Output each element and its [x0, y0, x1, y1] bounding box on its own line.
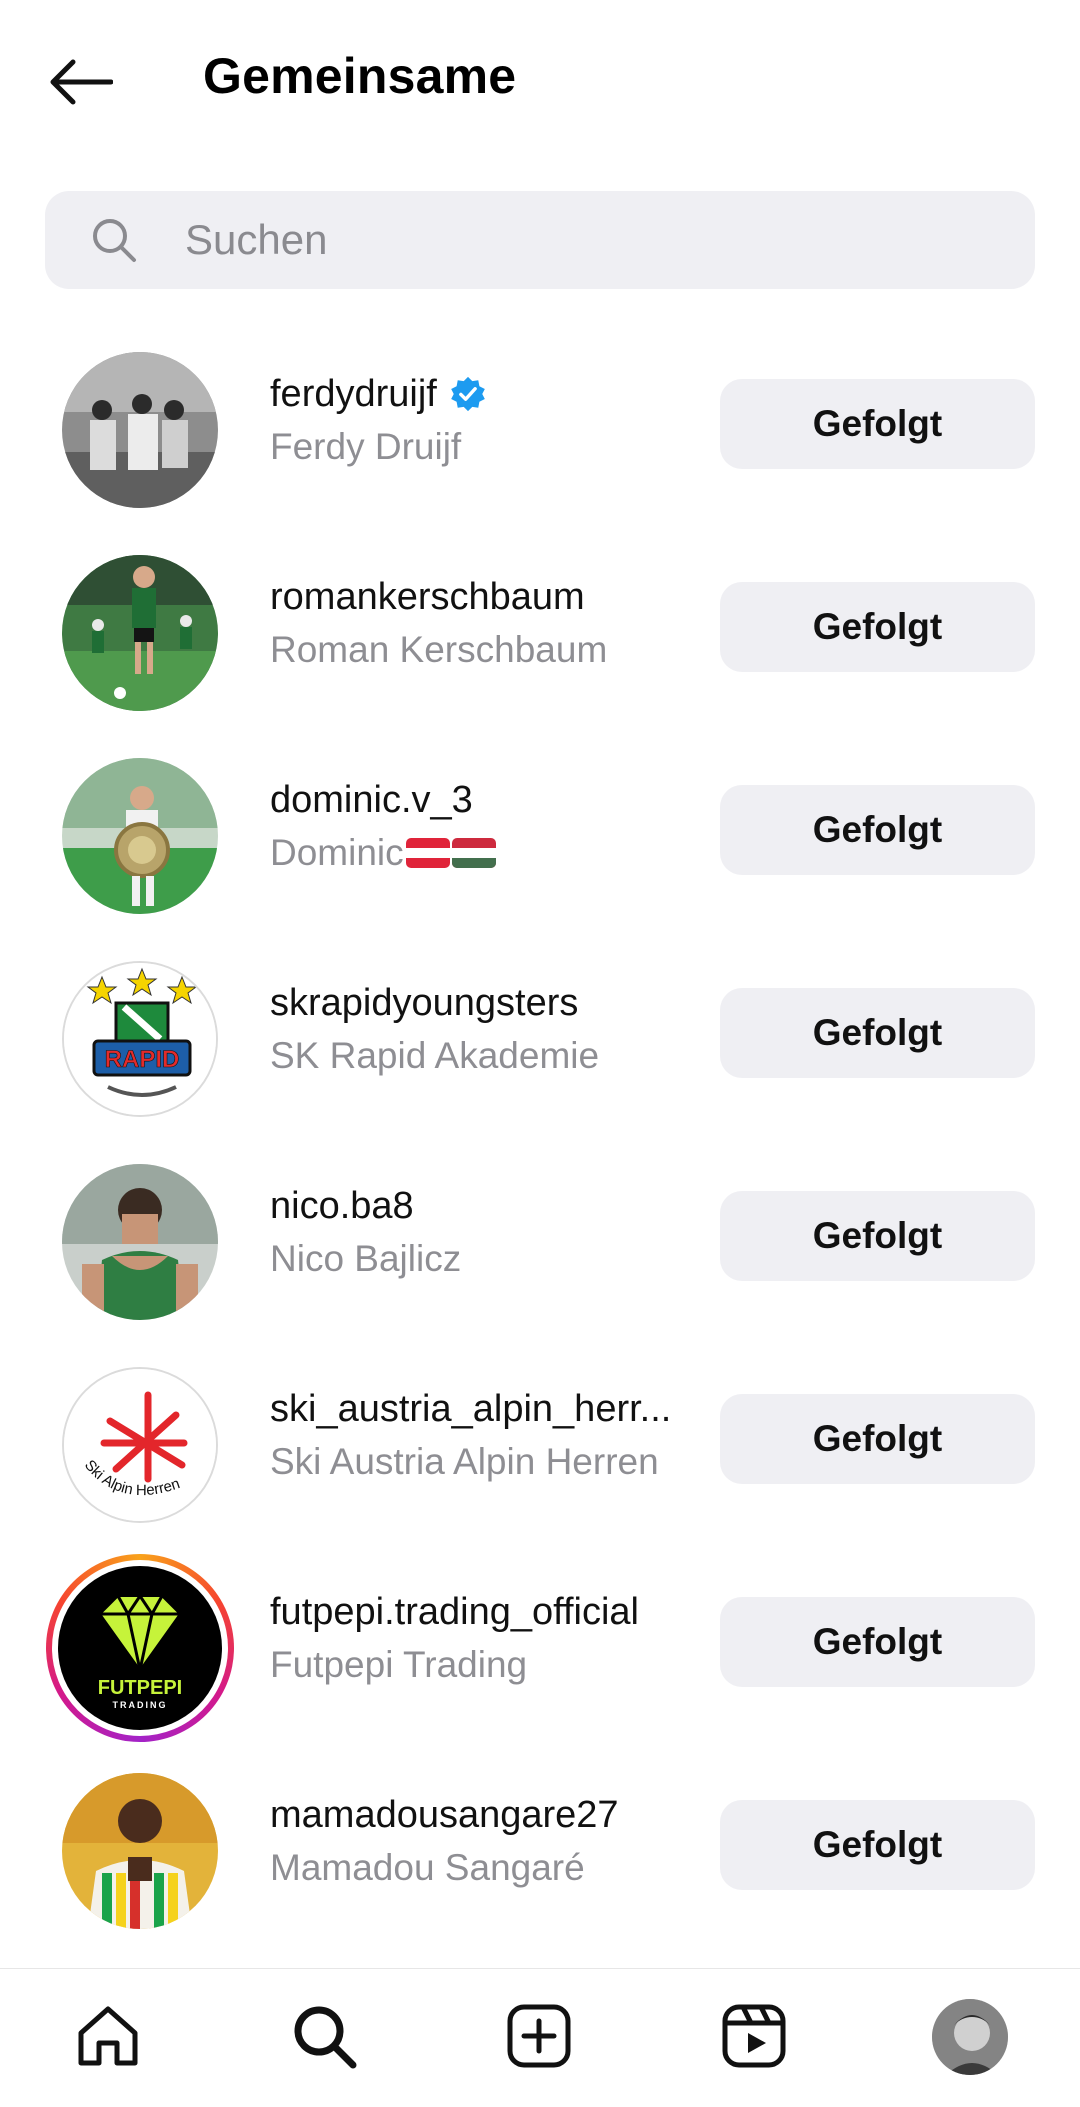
user-names: nico.ba8 Nico Bajlicz: [270, 1182, 680, 1284]
following-button[interactable]: Gefolgt: [720, 988, 1035, 1078]
search-bar[interactable]: [45, 191, 1035, 289]
list-item[interactable]: FUTPEPI TRADING futpepi.trading_official…: [0, 1554, 1080, 1742]
verified-badge-icon: [451, 376, 485, 412]
full-name: Mamadou Sangaré: [270, 1847, 585, 1888]
tab-profile[interactable]: [932, 1999, 1008, 2075]
list-item[interactable]: RAPID skrapidyoungsters SK Rapid Akademi…: [0, 949, 1080, 1129]
list-item[interactable]: dominic.v_3 Dominic Gefolgt: [0, 746, 1080, 926]
username: skrapidyoungsters: [270, 979, 680, 1027]
username-text: dominic.v_3: [270, 779, 473, 821]
futpepi-logo-text: FUTPEPI: [98, 1677, 182, 1699]
avatar[interactable]: [62, 1164, 218, 1320]
avatar[interactable]: [62, 758, 218, 914]
list-item[interactable]: nico.ba8 Nico Bajlicz Gefolgt: [0, 1152, 1080, 1332]
following-button[interactable]: Gefolgt: [720, 1597, 1035, 1687]
futpepi-logo-subtext: TRADING: [113, 1700, 168, 1710]
user-names: romankerschbaum Roman Kerschbaum: [270, 573, 680, 675]
following-button[interactable]: Gefolgt: [720, 1800, 1035, 1890]
avatar[interactable]: RAPID: [62, 961, 218, 1117]
following-button[interactable]: Gefolgt: [720, 1191, 1035, 1281]
following-button[interactable]: Gefolgt: [720, 582, 1035, 672]
tab-home[interactable]: [73, 2001, 143, 2071]
list-item[interactable]: Ski Alpin Herren ski_austria_alpin_herr.…: [0, 1355, 1080, 1535]
tab-reels[interactable]: [719, 2001, 789, 2071]
list-item[interactable]: ferdydruijf Ferdy Druijf Gefolgt: [0, 340, 1080, 520]
avatar: FUTPEPI TRADING: [52, 1560, 228, 1736]
username-text: skrapidyoungsters: [270, 982, 579, 1024]
username: futpepi.trading_official: [270, 1588, 680, 1636]
full-name: Futpepi Trading: [270, 1644, 528, 1685]
full-name: Ski Austria Alpin Herren: [270, 1441, 659, 1482]
bottom-tab-bar: [0, 1968, 1080, 2107]
username: ski_austria_alpin_herr...: [270, 1385, 680, 1433]
avatar[interactable]: Ski Alpin Herren: [62, 1367, 218, 1523]
austria-flag-icon: [405, 838, 450, 868]
username: mamadousangare27: [270, 1791, 680, 1839]
username: dominic.v_3: [270, 776, 680, 824]
username: ferdydruijf: [270, 370, 680, 418]
username-text: ski_austria_alpin_herr...: [270, 1388, 672, 1430]
user-names: dominic.v_3 Dominic: [270, 776, 680, 878]
list-item[interactable]: mamadousangare27 Mamadou Sangaré Gefolgt: [0, 1761, 1080, 1941]
username: nico.ba8: [270, 1182, 680, 1230]
username: romankerschbaum: [270, 573, 680, 621]
search-icon: [294, 2006, 357, 2069]
full-name: Dominic: [270, 828, 680, 878]
avatar[interactable]: [62, 352, 218, 508]
hungary-flag-icon: [451, 838, 496, 868]
following-button[interactable]: Gefolgt: [720, 785, 1035, 875]
full-name-text: Dominic: [270, 832, 404, 873]
full-name: Ferdy Druijf: [270, 426, 462, 467]
user-names: mamadousangare27 Mamadou Sangaré: [270, 1791, 680, 1893]
username-text: ferdydruijf: [270, 373, 437, 415]
username-text: futpepi.trading_official: [270, 1591, 639, 1633]
page-title: Gemeinsame: [203, 48, 517, 104]
user-names: ski_austria_alpin_herr... Ski Austria Al…: [270, 1385, 680, 1487]
search-icon: [87, 213, 141, 267]
reels-icon: [722, 2004, 786, 2068]
arrow-left-icon: [50, 59, 113, 105]
search-input[interactable]: [183, 215, 1007, 265]
avatar[interactable]: [62, 555, 218, 711]
list-item[interactable]: romankerschbaum Roman Kerschbaum Gefolgt: [0, 543, 1080, 723]
user-names: ferdydruijf Ferdy Druijf: [270, 370, 680, 472]
profile-avatar: [932, 1999, 1008, 2075]
tab-create[interactable]: [504, 2001, 574, 2071]
tab-search[interactable]: [289, 2001, 359, 2071]
home-icon: [78, 2006, 138, 2066]
username-text: romankerschbaum: [270, 576, 585, 618]
avatar-story-ring[interactable]: FUTPEPI TRADING: [46, 1554, 234, 1742]
user-names: futpepi.trading_official Futpepi Trading: [270, 1588, 680, 1690]
username-text: mamadousangare27: [270, 1794, 619, 1836]
following-button[interactable]: Gefolgt: [720, 1394, 1035, 1484]
full-name: Roman Kerschbaum: [270, 629, 608, 670]
back-button[interactable]: [44, 52, 116, 112]
following-button[interactable]: Gefolgt: [720, 379, 1035, 469]
avatar[interactable]: [62, 1773, 218, 1929]
create-icon: [507, 2004, 571, 2068]
full-name: Nico Bajlicz: [270, 1238, 462, 1279]
rapid-logo-text: RAPID: [105, 1046, 180, 1073]
user-names: skrapidyoungsters SK Rapid Akademie: [270, 979, 680, 1081]
username-text: nico.ba8: [270, 1185, 414, 1227]
full-name: SK Rapid Akademie: [270, 1035, 600, 1076]
header: Gemeinsame: [0, 0, 1080, 160]
